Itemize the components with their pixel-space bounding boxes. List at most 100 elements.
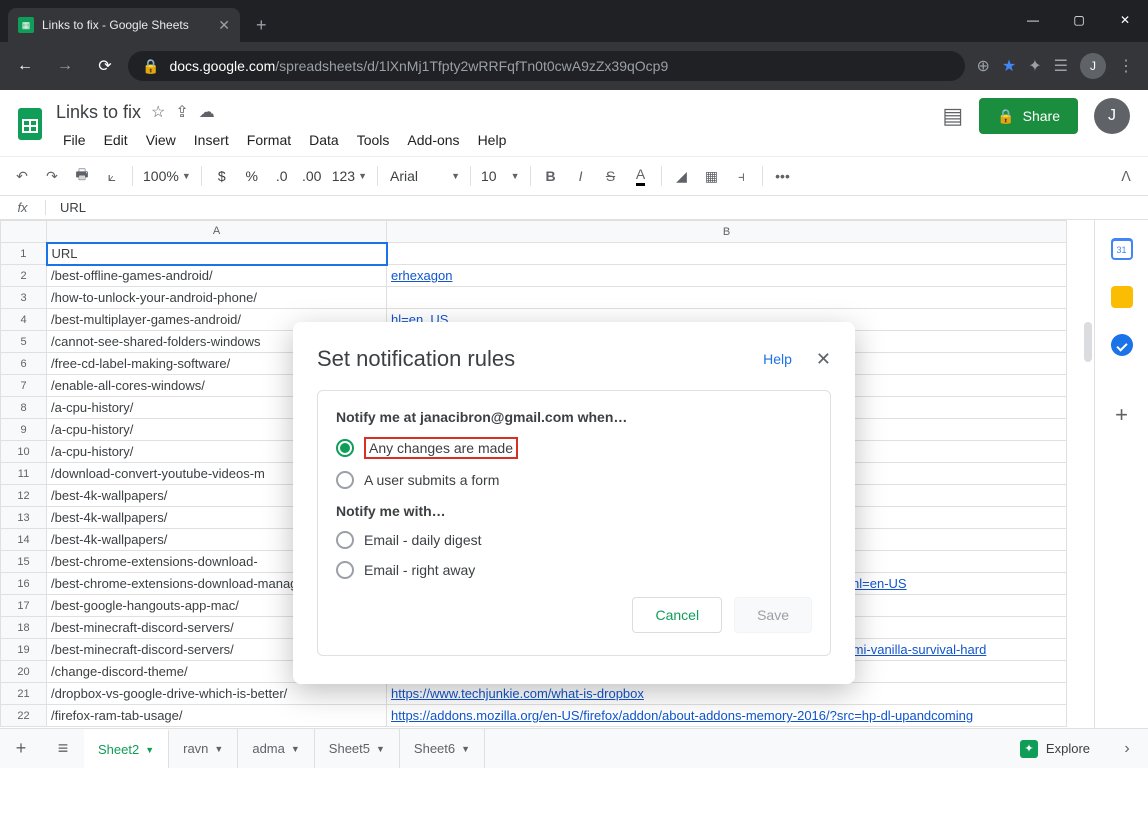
- font-size-select[interactable]: 10▼: [477, 162, 524, 190]
- account-avatar[interactable]: J: [1094, 98, 1130, 134]
- undo-button[interactable]: ↶: [8, 162, 36, 190]
- window-minimize[interactable]: —: [1010, 0, 1056, 40]
- row-header-10[interactable]: 10: [1, 441, 47, 463]
- option-right-away[interactable]: Email - right away: [336, 561, 812, 579]
- new-tab-button[interactable]: +: [240, 8, 283, 42]
- column-header-B[interactable]: B: [387, 221, 1067, 243]
- cell-B1[interactable]: [387, 243, 1067, 265]
- bookmark-star-icon[interactable]: ★: [1002, 56, 1016, 76]
- dialog-close-icon[interactable]: ✕: [816, 349, 831, 370]
- cell-A2[interactable]: /best-offline-games-android/: [47, 265, 387, 287]
- keep-addon-icon[interactable]: [1111, 286, 1133, 308]
- window-maximize[interactable]: ▢: [1056, 0, 1102, 40]
- italic-button[interactable]: I: [567, 162, 595, 190]
- sheet-tab-menu-icon[interactable]: ▼: [461, 744, 470, 754]
- sheet-tab-sheet2[interactable]: Sheet2▼: [84, 729, 169, 768]
- row-header-8[interactable]: 8: [1, 397, 47, 419]
- row-header-12[interactable]: 12: [1, 485, 47, 507]
- share-button[interactable]: 🔒 Share: [979, 98, 1078, 134]
- sheet-tab-menu-icon[interactable]: ▼: [214, 744, 223, 754]
- row-header-17[interactable]: 17: [1, 595, 47, 617]
- tab-close-icon[interactable]: ✕: [218, 17, 230, 34]
- sheet-nav-right-button[interactable]: ›: [1106, 740, 1148, 758]
- menu-file[interactable]: File: [56, 128, 93, 152]
- strikethrough-button[interactable]: S: [597, 162, 625, 190]
- format-percent-button[interactable]: %: [238, 162, 266, 190]
- cancel-button[interactable]: Cancel: [632, 597, 722, 633]
- zoom-select[interactable]: 100%▼: [139, 162, 195, 190]
- menu-data[interactable]: Data: [302, 128, 346, 152]
- dialog-help-link[interactable]: Help: [763, 351, 792, 367]
- browser-profile-avatar[interactable]: J: [1080, 53, 1106, 79]
- merge-cells-button[interactable]: ⫞: [728, 162, 756, 190]
- extensions-icon[interactable]: ✦: [1028, 56, 1041, 76]
- row-header-18[interactable]: 18: [1, 617, 47, 639]
- toolbar-collapse-button[interactable]: ᐱ: [1112, 162, 1140, 190]
- row-header-14[interactable]: 14: [1, 529, 47, 551]
- nav-back-button[interactable]: ←: [8, 49, 42, 83]
- menu-format[interactable]: Format: [240, 128, 298, 152]
- cell-A21[interactable]: /dropbox-vs-google-drive-which-is-better…: [47, 683, 387, 705]
- row-header-21[interactable]: 21: [1, 683, 47, 705]
- select-all-cell[interactable]: [1, 221, 47, 243]
- cell-A3[interactable]: /how-to-unlock-your-android-phone/: [47, 287, 387, 309]
- menu-view[interactable]: View: [139, 128, 183, 152]
- row-header-6[interactable]: 6: [1, 353, 47, 375]
- print-button[interactable]: 🖶: [68, 162, 96, 190]
- menu-add-ons[interactable]: Add-ons: [400, 128, 466, 152]
- row-header-13[interactable]: 13: [1, 507, 47, 529]
- row-header-22[interactable]: 22: [1, 705, 47, 727]
- explore-button[interactable]: Explore: [1004, 740, 1106, 758]
- url-input[interactable]: 🔒 docs.google.com/spreadsheets/d/1lXnMj1…: [128, 51, 965, 81]
- decrease-decimal-button[interactable]: .0: [268, 162, 296, 190]
- reading-list-icon[interactable]: ☰: [1054, 56, 1068, 76]
- cell-B21[interactable]: https://www.techjunkie.com/what-is-dropb…: [387, 683, 1067, 705]
- sheet-tab-menu-icon[interactable]: ▼: [291, 744, 300, 754]
- borders-button[interactable]: ▦: [698, 162, 726, 190]
- cell-B3[interactable]: [387, 287, 1067, 309]
- add-sheet-button[interactable]: +: [0, 729, 42, 768]
- star-icon[interactable]: ☆: [151, 102, 165, 122]
- fill-color-button[interactable]: ◢: [668, 162, 696, 190]
- cell-B22[interactable]: https://addons.mozilla.org/en-US/firefox…: [387, 705, 1067, 727]
- sheet-tab-ravn[interactable]: ravn▼: [169, 729, 238, 768]
- sheet-tab-sheet6[interactable]: Sheet6▼: [400, 729, 485, 768]
- cell-B2[interactable]: erhexagon: [387, 265, 1067, 287]
- zoom-icon[interactable]: ⊕: [977, 56, 990, 76]
- cell-A1[interactable]: URL: [47, 243, 387, 265]
- sheet-tab-menu-icon[interactable]: ▼: [145, 745, 154, 755]
- format-currency-button[interactable]: $: [208, 162, 236, 190]
- option-any-changes[interactable]: Any changes are made: [336, 437, 812, 459]
- redo-button[interactable]: ↷: [38, 162, 66, 190]
- row-header-4[interactable]: 4: [1, 309, 47, 331]
- browser-tab[interactable]: ▦ Links to fix - Google Sheets ✕: [8, 8, 240, 42]
- menu-tools[interactable]: Tools: [350, 128, 397, 152]
- text-color-button[interactable]: A: [627, 162, 655, 190]
- paint-format-button[interactable]: ⟀: [98, 162, 126, 190]
- row-header-7[interactable]: 7: [1, 375, 47, 397]
- number-format-select[interactable]: 123▼: [328, 162, 371, 190]
- tasks-addon-icon[interactable]: [1111, 334, 1133, 356]
- row-header-1[interactable]: 1: [1, 243, 47, 265]
- sheet-tab-sheet5[interactable]: Sheet5▼: [315, 729, 400, 768]
- increase-decimal-button[interactable]: .00: [298, 162, 326, 190]
- option-form-submit[interactable]: A user submits a form: [336, 471, 812, 489]
- browser-menu-icon[interactable]: ⋮: [1118, 56, 1134, 76]
- vertical-scrollbar[interactable]: [1084, 322, 1092, 362]
- row-header-20[interactable]: 20: [1, 661, 47, 683]
- row-header-5[interactable]: 5: [1, 331, 47, 353]
- formula-input[interactable]: URL: [46, 200, 86, 215]
- nav-reload-button[interactable]: ⟳: [88, 49, 122, 83]
- menu-insert[interactable]: Insert: [187, 128, 236, 152]
- sheets-logo-icon[interactable]: [10, 98, 50, 150]
- row-header-9[interactable]: 9: [1, 419, 47, 441]
- row-header-11[interactable]: 11: [1, 463, 47, 485]
- menu-edit[interactable]: Edit: [97, 128, 135, 152]
- nav-forward-button[interactable]: →: [48, 49, 82, 83]
- all-sheets-button[interactable]: ≡: [42, 729, 84, 768]
- row-header-2[interactable]: 2: [1, 265, 47, 287]
- get-addons-button[interactable]: +: [1115, 402, 1128, 428]
- column-header-A[interactable]: A: [47, 221, 387, 243]
- doc-title[interactable]: Links to fix: [56, 102, 141, 123]
- cell-A22[interactable]: /firefox-ram-tab-usage/: [47, 705, 387, 727]
